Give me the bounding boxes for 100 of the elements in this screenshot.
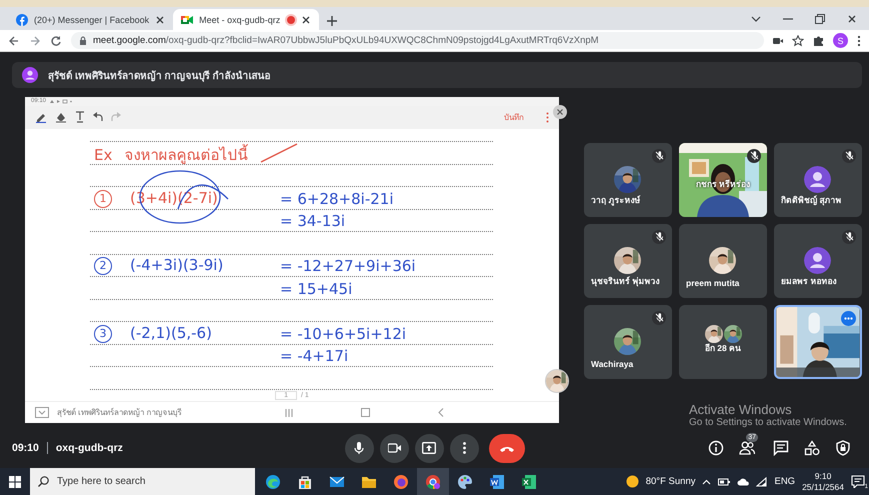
math-expression: (-4+3i)(3-9i) <box>130 256 224 274</box>
math-step: = -10+6+5i+12i <box>280 324 493 343</box>
search-icon <box>38 476 49 487</box>
restore-icon[interactable] <box>815 14 825 24</box>
word-icon <box>489 474 505 490</box>
activities-button[interactable] <box>804 440 820 456</box>
participant-tile[interactable]: preem mutita <box>679 224 767 298</box>
math-step: = -12+27+9i+36i <box>280 257 493 276</box>
microphone-icon <box>354 442 364 454</box>
heading-mark: Ex <box>94 146 112 164</box>
close-icon[interactable] <box>301 14 312 24</box>
participant-name: วาฤ ภูระหงษ์ <box>591 194 640 207</box>
more-options-button[interactable] <box>450 434 478 462</box>
present-icon <box>422 442 436 454</box>
url-text: meet.google.com/oxq-gudb-qrz?fbclid=IwAR07UbbwJ5luPbQxULb94UXWQC8ChmN09pstojgd4LgAxutMRTrq6VzXnpM <box>93 35 599 46</box>
shopping-bag-icon <box>297 474 313 490</box>
home-icon[interactable] <box>361 408 370 418</box>
participant-name: นุชจรินทร์ พุ่มพวง <box>591 275 660 288</box>
participant-name: preem mutita <box>686 278 740 288</box>
phone-button[interactable] <box>488 434 524 462</box>
lock-icon <box>79 36 87 46</box>
meeting-code: oxq-gudb-qrz <box>56 442 123 454</box>
text-tool-icon[interactable] <box>75 111 85 124</box>
sun-icon <box>626 475 639 488</box>
participant-tile[interactable]: Wachiraya <box>584 305 672 379</box>
problem-number: 1 <box>94 190 112 208</box>
present-button[interactable] <box>414 434 444 462</box>
recents-icon[interactable] <box>285 408 293 417</box>
edge-icon <box>265 474 281 490</box>
participant-name: กิตติพิชญ์ สุภาพ <box>781 194 842 207</box>
heading-text: จงหาผลคูณต่อไปนี้ <box>124 146 248 164</box>
math-expression: (-2,1)(5,-6) <box>130 324 212 342</box>
presenter-caption: สุรัชต์ เทพศิรินทร์ลาดหญ้า กาญจนบุรี <box>57 406 182 420</box>
avatar-icon <box>804 247 831 274</box>
caption-toggle-icon[interactable] <box>35 407 49 418</box>
excel-icon <box>521 474 537 490</box>
star-icon[interactable] <box>792 34 804 46</box>
activation-notice-text: Go to Settings to activate Windows. <box>689 417 847 428</box>
eraser-icon[interactable] <box>55 111 67 124</box>
close-icon[interactable] <box>553 105 567 119</box>
meet-icon <box>181 14 194 26</box>
participant-tile[interactable]: อีก 28 คน <box>679 305 767 379</box>
pen-icon[interactable] <box>35 111 47 124</box>
browser-tab[interactable]: (20+) Messenger | Facebook <box>8 9 174 30</box>
address-field[interactable]: meet.google.com/oxq-gudb-qrz?fbclid=IwAR07UbbwJ5luPbQxULb94UXWQC8ChmN09pstojgd4LgAxutMRTrq6VzXnpM <box>71 32 764 49</box>
new-tab-icon[interactable] <box>327 16 338 26</box>
presenting-text: สุรัชต์ เทพศิรินทร์ลาดหญ้า กาญจนบุรี กำลังนำเสนอ <box>48 69 270 82</box>
more-icon <box>844 317 853 320</box>
chrome-icon <box>425 474 441 490</box>
menu-icon[interactable] <box>857 34 861 46</box>
puzzle-icon[interactable] <box>813 34 824 46</box>
back-icon[interactable] <box>438 408 444 418</box>
participant-tile[interactable]: กิตติพิชญ์ สุภาพ <box>774 143 862 217</box>
more-icon[interactable] <box>546 112 549 123</box>
undo-icon[interactable] <box>93 112 103 122</box>
browser-tab[interactable]: Meet - oxq-gudb-qrz <box>173 9 320 30</box>
problem-number: 3 <box>94 324 112 343</box>
weather-text[interactable]: 80°F Sunny <box>646 476 696 487</box>
pen-stroke-drawing <box>259 142 300 164</box>
camera-icon[interactable] <box>773 36 783 44</box>
chevron-down-icon[interactable] <box>751 15 761 23</box>
status-icons <box>50 98 72 104</box>
participant-tile[interactable]: ยมลพร หอทอง <box>774 224 862 298</box>
avatar-icon <box>804 166 831 193</box>
video-camera-icon <box>388 443 400 453</box>
back-icon[interactable] <box>8 34 20 46</box>
participant-count: อีก 28 คน <box>704 342 742 355</box>
battery-icon <box>718 478 730 486</box>
math-step: = 34-13i <box>280 212 493 230</box>
math-step: = 6+28+8i-21i <box>280 190 493 208</box>
forward-icon[interactable] <box>29 34 41 46</box>
caret-up-icon[interactable] <box>702 478 712 484</box>
participant-tile[interactable]: วาฤ ภูระหงษ์ <box>584 143 672 217</box>
close-icon[interactable] <box>847 14 857 24</box>
avatar-icon <box>22 67 38 83</box>
clock[interactable]: 9:10 25/11/2564 <box>802 470 844 492</box>
math-step: = 15+45i <box>280 280 493 298</box>
info-button[interactable] <box>708 440 724 456</box>
more-options-icon <box>462 442 466 454</box>
cloud-icon <box>737 478 750 486</box>
taskbar-app[interactable] <box>417 468 449 495</box>
math-step: = -4+17i <box>280 347 493 366</box>
search-field[interactable]: Type here to search <box>30 468 255 495</box>
chat-button[interactable] <box>773 440 789 456</box>
video-camera-button[interactable] <box>380 434 408 462</box>
host-controls-button[interactable] <box>835 440 851 456</box>
close-icon[interactable] <box>155 14 166 24</box>
mail-icon <box>329 474 345 490</box>
paint-palette-icon <box>457 474 473 490</box>
problem-number: 2 <box>94 257 112 276</box>
participant-name: Wachiraya <box>591 359 634 369</box>
facebook-icon <box>16 14 28 26</box>
meeting-time: 09:10 <box>12 442 39 454</box>
participant-tile[interactable]: นุชจรินทร์ พุ่มพวง <box>584 224 672 298</box>
profile-avatar[interactable]: S <box>833 33 848 48</box>
activation-notice-title: Activate Windows <box>689 402 793 417</box>
language-indicator[interactable]: ENG <box>774 476 796 487</box>
firefox-icon <box>393 474 409 490</box>
microphone-button[interactable] <box>344 434 374 462</box>
reload-icon[interactable] <box>50 34 62 46</box>
